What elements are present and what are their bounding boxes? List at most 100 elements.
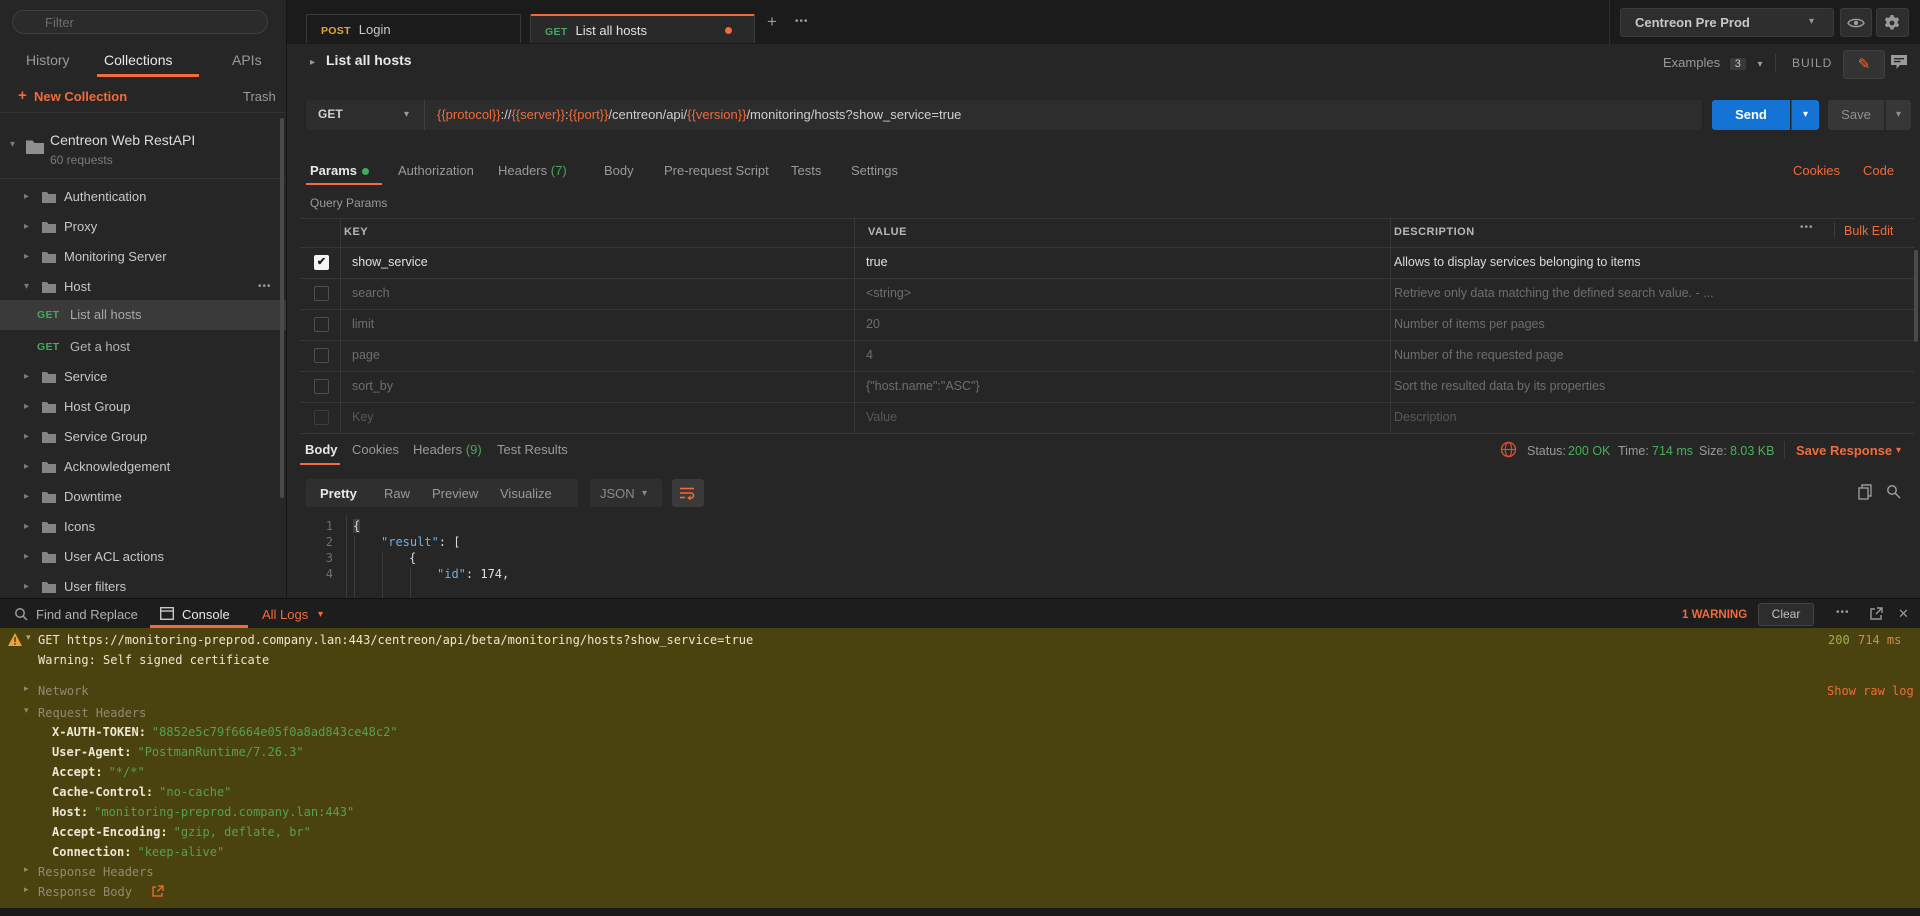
tab-prerequest-script[interactable]: Pre-request Script: [664, 163, 769, 178]
sidebar-folder-proxy[interactable]: ▸ Proxy: [0, 212, 286, 242]
param-key-placeholder[interactable]: Key: [352, 402, 374, 433]
sidebar-tab-apis[interactable]: APIs: [232, 52, 262, 68]
collection-root[interactable]: ▾ Centreon Web RestAPI 60 requests: [0, 115, 286, 177]
param-checkbox[interactable]: [314, 348, 329, 363]
param-checkbox-checked[interactable]: ✔: [314, 255, 329, 270]
param-value[interactable]: true: [866, 247, 888, 278]
examples-dropdown[interactable]: Examples 3 ▾: [1663, 55, 1762, 70]
params-more-icon[interactable]: •••: [1800, 222, 1814, 233]
caret-right-icon[interactable]: ▸: [24, 684, 29, 694]
response-tab-headers[interactable]: Headers (9): [413, 442, 482, 457]
environment-preview-button[interactable]: [1840, 8, 1872, 37]
param-description-placeholder[interactable]: Description: [1394, 402, 1457, 433]
sidebar-folder-icons[interactable]: ▸ Icons: [0, 512, 286, 542]
params-scrollbar[interactable]: [1914, 250, 1918, 342]
caret-right-icon[interactable]: ▸: [24, 885, 29, 895]
copy-button[interactable]: [1858, 484, 1873, 503]
param-value-placeholder[interactable]: Value: [866, 402, 897, 433]
view-preview[interactable]: Preview: [432, 486, 478, 501]
tab-authorization[interactable]: Authorization: [398, 163, 474, 178]
sidebar-request-get-a-host[interactable]: GET Get a host: [0, 332, 286, 362]
sidebar-folder-acknowledgement[interactable]: ▸ Acknowledgement: [0, 452, 286, 482]
send-options-button[interactable]: ▾: [1791, 100, 1819, 130]
tab-login[interactable]: POSTLogin: [306, 14, 521, 43]
caret-right-icon[interactable]: ▸: [310, 57, 315, 68]
param-checkbox[interactable]: [314, 317, 329, 332]
response-tab-body[interactable]: Body: [305, 442, 338, 457]
tab-settings[interactable]: Settings: [851, 163, 898, 178]
response-tab-cookies[interactable]: Cookies: [352, 442, 399, 457]
show-raw-log-link[interactable]: Show raw log: [1827, 683, 1914, 699]
caret-down-icon[interactable]: ▾: [10, 139, 15, 150]
sidebar-tab-history[interactable]: History: [26, 52, 70, 68]
send-button[interactable]: Send: [1712, 100, 1790, 130]
caret-down-icon[interactable]: ▾: [26, 633, 31, 643]
more-icon[interactable]: •••: [258, 272, 272, 302]
console-response-headers-section[interactable]: Response Headers: [38, 864, 154, 880]
environment-selector[interactable]: Centreon Pre Prod ▾: [1620, 8, 1834, 37]
console-more-icon[interactable]: •••: [1836, 607, 1850, 618]
save-button[interactable]: Save: [1828, 100, 1884, 130]
param-checkbox[interactable]: [314, 286, 329, 301]
param-key[interactable]: sort_by: [352, 371, 393, 402]
param-checkbox[interactable]: [314, 410, 329, 425]
chevron-down-icon[interactable]: ▾: [1896, 445, 1901, 456]
tab-list-all-hosts[interactable]: GETList all hosts: [530, 14, 755, 43]
view-visualize[interactable]: Visualize: [500, 486, 552, 501]
param-description[interactable]: Number of items per pages: [1394, 309, 1545, 340]
console-network-section[interactable]: Network: [38, 683, 89, 699]
caret-right-icon[interactable]: ▸: [24, 865, 29, 875]
method-dropdown[interactable]: GET ▾: [306, 100, 425, 130]
search-response-button[interactable]: [1886, 484, 1901, 502]
cookies-link[interactable]: Cookies: [1793, 163, 1840, 178]
external-link-icon[interactable]: [152, 885, 164, 897]
param-description[interactable]: Number of the requested page: [1394, 340, 1564, 371]
param-value[interactable]: <string>: [866, 278, 911, 309]
tab-body[interactable]: Body: [604, 163, 634, 178]
settings-button[interactable]: [1876, 8, 1909, 37]
filter-input[interactable]: [12, 10, 268, 34]
network-error-icon[interactable]: [1500, 441, 1517, 458]
param-value[interactable]: 20: [866, 309, 880, 340]
console-tab[interactable]: Console: [182, 607, 230, 622]
code-link[interactable]: Code: [1863, 163, 1894, 178]
tab-tests[interactable]: Tests: [791, 163, 821, 178]
wrap-lines-button[interactable]: [672, 479, 704, 507]
trash-button[interactable]: Trash: [243, 89, 276, 104]
param-description[interactable]: Allows to display services belonging to …: [1394, 247, 1641, 278]
new-tab-button[interactable]: +: [767, 12, 777, 32]
console-response-body-section[interactable]: Response Body: [38, 884, 132, 900]
console-log[interactable]: ▾ GET https://monitoring-preprod.company…: [0, 628, 1920, 908]
url-input[interactable]: {{protocol}}://{{server}}:{{port}}/centr…: [425, 100, 1702, 130]
find-and-replace-button[interactable]: Find and Replace: [36, 607, 138, 622]
param-description[interactable]: Sort the resulted data by its properties: [1394, 371, 1605, 402]
sidebar-folder-host[interactable]: ▾ Host •••: [0, 272, 286, 302]
all-logs-dropdown[interactable]: All Logs: [262, 607, 308, 622]
sidebar-folder-monitoring-server[interactable]: ▸ Monitoring Server: [0, 242, 286, 272]
param-description[interactable]: Retrieve only data matching the defined …: [1394, 278, 1714, 309]
console-request-headers-section[interactable]: Request Headers: [38, 705, 146, 721]
param-value[interactable]: {"host.name":"ASC"}: [866, 371, 980, 402]
sidebar-folder-downtime[interactable]: ▸ Downtime: [0, 482, 286, 512]
comments-button[interactable]: [1890, 54, 1908, 73]
param-key[interactable]: show_service: [352, 247, 428, 278]
param-key[interactable]: limit: [352, 309, 374, 340]
caret-down-icon[interactable]: ▾: [24, 706, 29, 716]
tab-headers[interactable]: Headers (7): [498, 163, 567, 178]
param-value[interactable]: 4: [866, 340, 873, 371]
sidebar-tab-collections[interactable]: Collections: [104, 52, 172, 68]
param-key[interactable]: page: [352, 340, 380, 371]
tab-params[interactable]: Params: [310, 163, 357, 178]
param-checkbox[interactable]: [314, 379, 329, 394]
param-key[interactable]: search: [352, 278, 390, 309]
sidebar-folder-host-group[interactable]: ▸ Host Group: [0, 392, 286, 422]
save-options-button[interactable]: ▾: [1885, 100, 1911, 130]
sidebar-request-list-all-hosts[interactable]: GET List all hosts: [0, 300, 286, 330]
new-collection-button[interactable]: New Collection: [34, 89, 127, 104]
sidebar-folder-user-acl-actions[interactable]: ▸ User ACL actions: [0, 542, 286, 572]
open-in-new-icon[interactable]: [1870, 607, 1883, 620]
sidebar-folder-service-group[interactable]: ▸ Service Group: [0, 422, 286, 452]
response-body-editor[interactable]: 1 { 2 "result": [ 3 { 4 "id": 174,: [287, 515, 1920, 598]
more-tabs-button[interactable]: •••: [795, 16, 809, 27]
sidebar-folder-authentication[interactable]: ▸ Authentication: [0, 182, 286, 212]
